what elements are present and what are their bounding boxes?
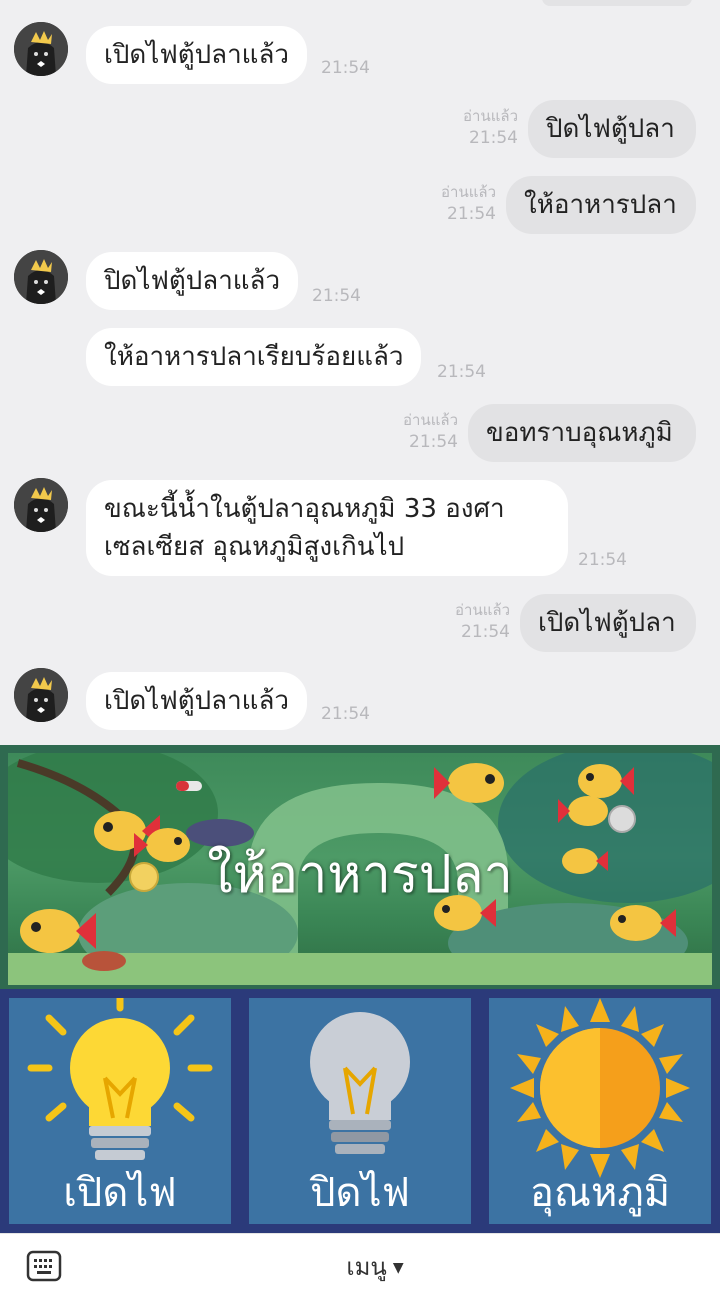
message-bubble[interactable]: เปิดไฟตู้ปลาแล้ว xyxy=(86,672,307,730)
bot-avatar[interactable] xyxy=(14,478,68,532)
chat-history[interactable]: เปิดไฟตู้ปลาแล้ว 21:54 อ่านแล้ว 21:54 ปิ… xyxy=(0,0,720,745)
bot-avatar[interactable] xyxy=(14,668,68,722)
read-receipt: อ่านแล้ว xyxy=(463,107,518,125)
message-meta: อ่านแล้ว 21:54 xyxy=(416,182,496,226)
menu-label: เมนู xyxy=(346,1253,387,1281)
message-time: 21:54 xyxy=(461,622,510,642)
read-receipt: อ่านแล้ว xyxy=(403,411,458,429)
bot-avatar[interactable] xyxy=(14,250,68,304)
message-line: ขณะนี้น้ำในตู้ปลาอุณหภูมิ 33 องศา xyxy=(104,494,505,524)
message-line: เซลเซียส อุณหภูมิสูงเกินไป xyxy=(104,532,405,562)
message-bubble[interactable]: เปิดไฟตู้ปลา xyxy=(520,594,696,652)
message-meta: อ่านแล้ว 21:54 xyxy=(378,410,458,454)
temperature-label: อุณหภูมิ xyxy=(529,1170,671,1216)
feed-fish-label: ให้อาหารปลา xyxy=(207,845,513,905)
coin-icon xyxy=(608,805,636,833)
message-bubble[interactable]: ให้อาหารปลาเรียบร้อยแล้ว xyxy=(86,328,422,386)
message-meta: อ่านแล้ว 21:54 xyxy=(438,106,518,150)
message-bubble[interactable]: เปิดไฟตู้ปลาแล้ว xyxy=(86,26,307,84)
read-receipt: อ่านแล้ว xyxy=(441,183,496,201)
message-bubble[interactable]: ปิดไฟตู้ปลา xyxy=(528,100,696,158)
temperature-button[interactable]: อุณหภูมิ xyxy=(489,998,711,1224)
light-off-button[interactable]: ปิดไฟ xyxy=(249,998,471,1224)
light-off-label: ปิดไฟ xyxy=(310,1170,410,1216)
message-time: 21:54 xyxy=(321,58,370,78)
light-on-label: เปิดไฟ xyxy=(63,1170,177,1216)
message-time: 21:54 xyxy=(437,362,486,382)
message-time: 21:54 xyxy=(321,704,370,724)
rich-menu: ให้อาหารปลา เปิดไฟ ปิดไฟ อุณหภูมิ xyxy=(0,745,720,1233)
message-time: 21:54 xyxy=(578,550,627,570)
message-bubble[interactable]: ขณะนี้น้ำในตู้ปลาอุณหภูมิ 33 องศา เซลเซี… xyxy=(86,480,568,576)
message-bubble[interactable]: ปิดไฟตู้ปลาแล้ว xyxy=(86,252,299,310)
menu-toggle-button[interactable]: เมนู ▼ xyxy=(320,1248,430,1286)
message-time: 21:54 xyxy=(409,432,458,452)
message-time: 21:54 xyxy=(469,128,518,148)
message-meta: อ่านแล้ว 21:54 xyxy=(430,600,510,644)
keyboard-icon[interactable] xyxy=(26,1250,62,1282)
bottom-bar: เมนู ▼ xyxy=(0,1233,720,1300)
read-receipt: อ่านแล้ว xyxy=(455,601,510,619)
line-chat-screen: เปิดไฟตู้ปลาแล้ว 21:54 อ่านแล้ว 21:54 ปิ… xyxy=(0,0,720,1300)
message-bubble[interactable]: ให้อาหารปลา xyxy=(506,176,696,234)
message-time: 21:54 xyxy=(447,204,496,224)
bot-avatar[interactable] xyxy=(14,22,68,76)
feed-fish-banner-button[interactable]: ให้อาหารปลา xyxy=(8,753,712,985)
light-on-button[interactable]: เปิดไฟ xyxy=(9,998,231,1224)
message-bubble[interactable]: ขอทราบอุณหภูมิ xyxy=(468,404,696,462)
message-time: 21:54 xyxy=(312,286,361,306)
caret-down-icon: ▼ xyxy=(392,1260,404,1276)
previous-message-bubble-edge xyxy=(542,0,692,6)
